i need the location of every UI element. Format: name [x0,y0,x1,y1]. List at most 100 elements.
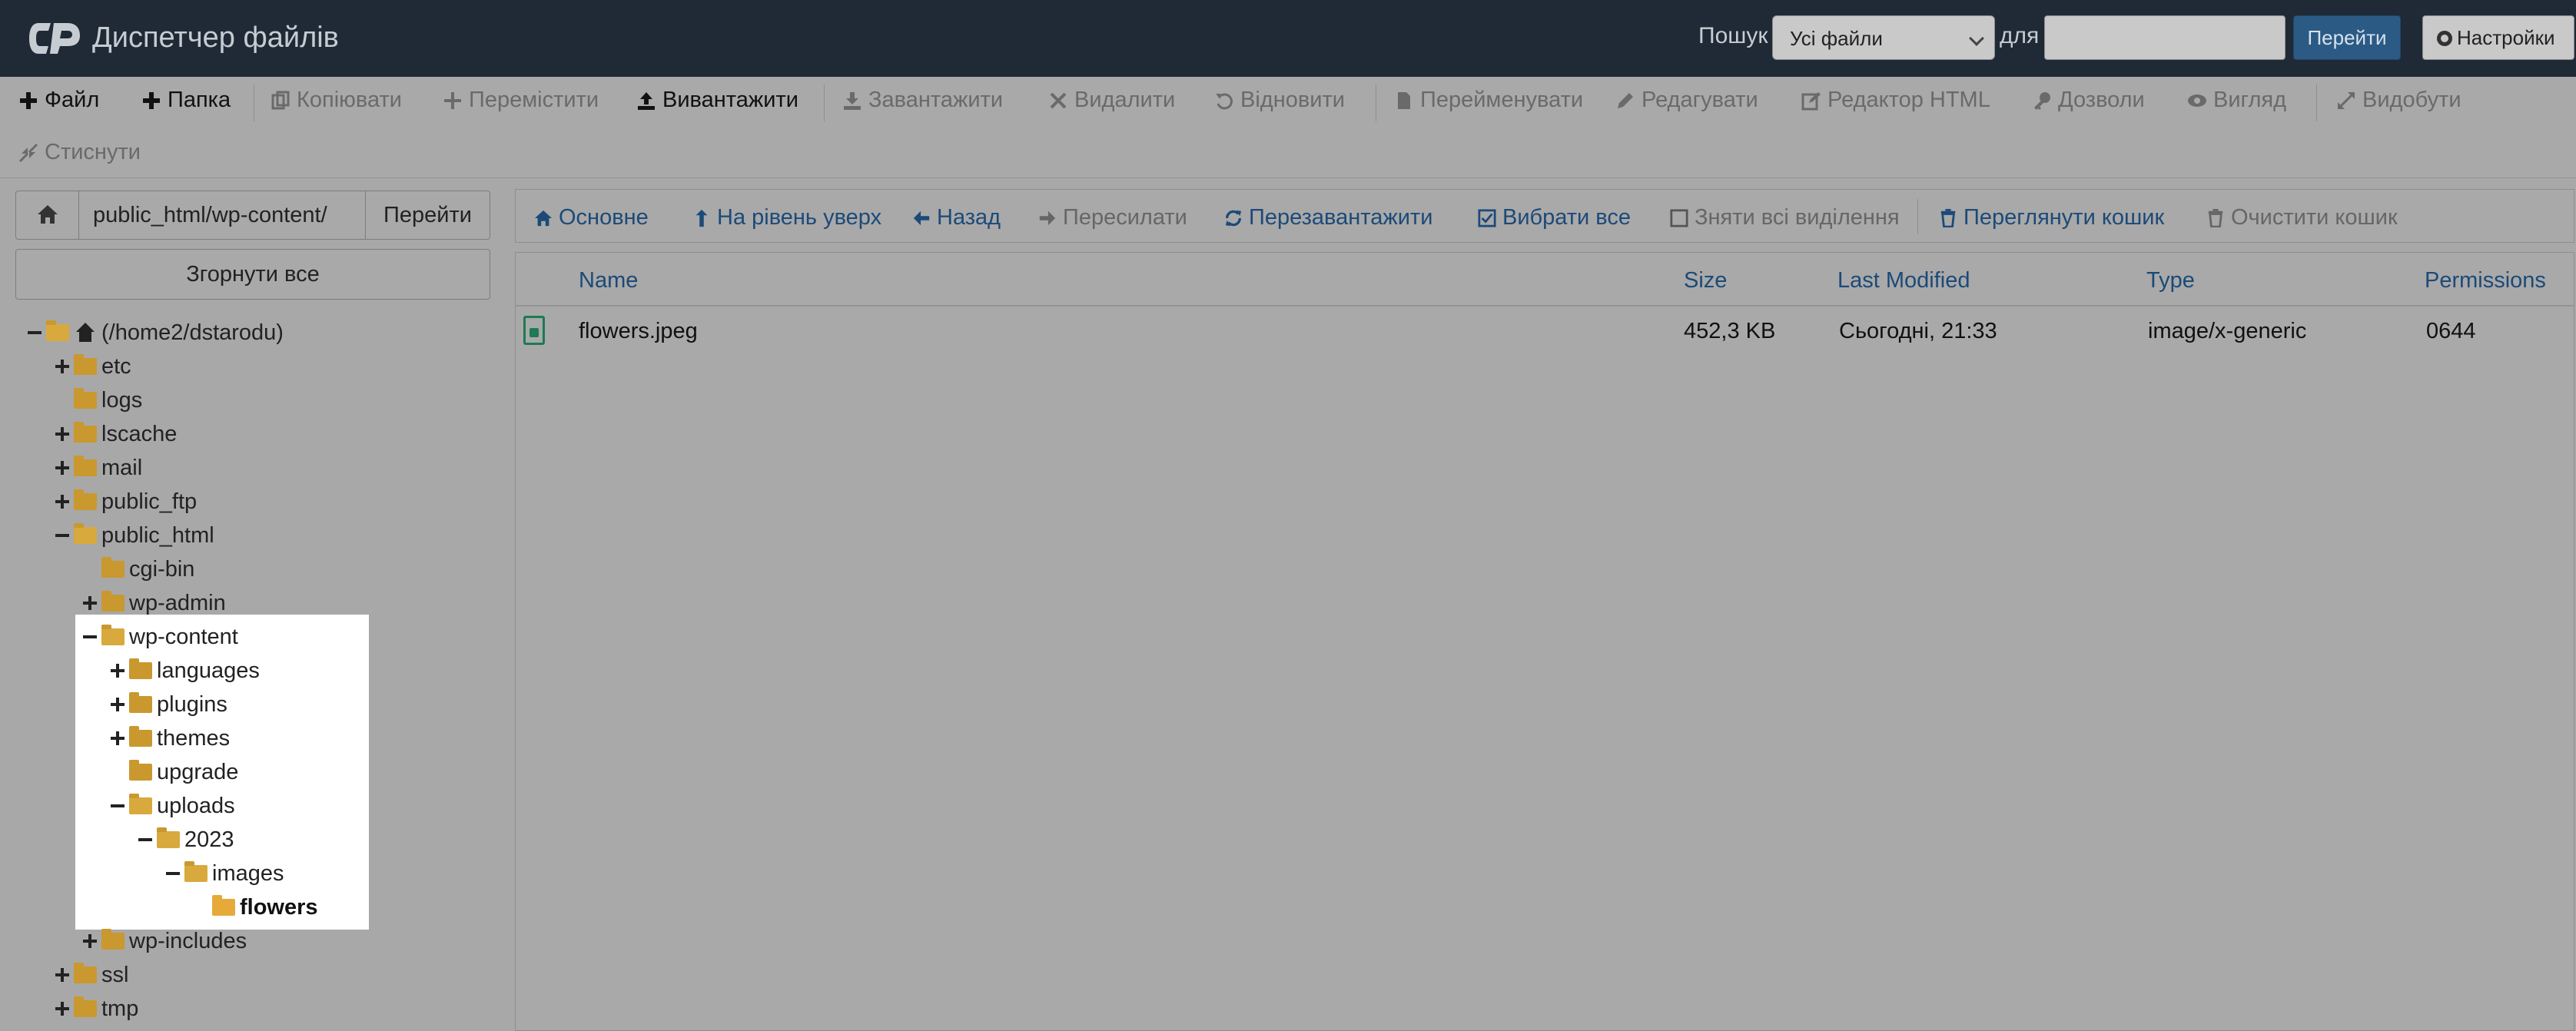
toolbar-rename-button[interactable]: Перейменувати [1394,88,1583,113]
search-scope-select[interactable]: Усі файли [1772,15,1995,60]
edit-icon [1801,91,1821,110]
column-header-last-modified[interactable]: Last Modified [1837,268,1970,293]
search-input[interactable] [2044,15,2286,60]
column-header-size[interactable]: Size [1684,268,1727,293]
tree-item[interactable]: mail [54,453,142,483]
nav-item-label: Назад [937,205,1001,230]
folder-icon [74,388,97,409]
folder-icon [129,726,152,747]
path-home-button[interactable] [16,191,79,239]
tree-item-label: public_html [101,522,214,548]
tree-item[interactable]: upgrade [109,757,238,787]
gear-icon [2437,31,2452,46]
nav-item-label: Очистити кошик [2231,205,2398,230]
tree-item[interactable]: lscache [54,419,177,449]
folder-icon [74,996,97,1017]
toolbar-separator [2316,85,2317,121]
expand-plus-icon[interactable] [54,966,71,983]
tree-item[interactable]: languages [109,655,260,686]
toolbar-item-label: Вигляд [2213,88,2287,112]
tree-item[interactable]: public_html [54,520,214,551]
toolbar-permissions-button[interactable]: Дозволи [2032,88,2145,113]
tree-item[interactable]: etc [54,351,131,382]
tree-item[interactable]: (/home2/dstarodu) [26,317,284,348]
file-size: 452,3 KB [1684,319,1776,343]
nav-deselect-all-button[interactable]: Зняти всі виділення [1670,205,1900,230]
tree-item[interactable]: tmp [54,993,138,1024]
home-icon [534,210,553,226]
toolbar-edit-button[interactable]: Редагувати [1615,88,1758,113]
nav-select-all-button[interactable]: Вибрати все [1478,205,1631,230]
nav-forward-button[interactable]: Пересилати [1038,205,1187,230]
pencil-icon [1618,92,1633,108]
file-permissions: 0644 [2426,319,2476,343]
path-input[interactable]: public_html/wp-content/ [93,203,327,228]
settings-button[interactable]: Настройки [2422,15,2574,60]
toolbar-compress-button[interactable]: Стиснути [18,140,141,165]
nav-back-button[interactable]: Назад [912,205,1001,230]
expand-plus-icon[interactable] [109,662,126,679]
collapse-minus-icon[interactable] [164,865,181,882]
tree-item[interactable]: public_ftp [54,486,197,517]
collapse-minus-icon[interactable] [54,527,71,544]
toolbar-download-button[interactable]: Завантажити [842,88,1003,113]
expand-plus-icon[interactable] [54,358,71,375]
toolbar-extract-button[interactable]: Видобути [2336,88,2461,113]
tree-item[interactable]: cgi-bin [81,554,194,585]
collapse-minus-icon[interactable] [109,797,126,814]
nav-empty-trash-button[interactable]: Очистити кошик [2206,205,2398,230]
nav-reload-button[interactable]: Перезавантажити [1224,205,1432,230]
toolbar-copy-button[interactable]: Копіювати [271,88,402,113]
expand-plus-icon[interactable] [81,933,98,950]
level-up-icon [695,209,708,227]
collapse-minus-icon[interactable] [137,831,154,848]
tree-item[interactable]: flowers [192,892,318,923]
path-go-button[interactable]: Перейти [365,191,490,239]
table-row[interactable]: flowers.jpeg 452,3 KB Сьогодні, 21:33 im… [516,307,2574,356]
arrow-right-icon [1039,211,1056,225]
chevron-down-icon [1969,31,1984,46]
expand-plus-icon[interactable] [54,1000,71,1017]
toolbar-move-button[interactable]: Перемістити [443,88,599,113]
expand-plus-icon[interactable] [54,493,71,510]
toolbar-view-button[interactable]: Вигляд [2187,88,2286,113]
collapse-minus-icon[interactable] [26,324,43,341]
tree-item[interactable]: themes [109,723,230,754]
toolbar-delete-button[interactable]: Видалити [1048,88,1175,113]
column-header-name[interactable]: Name [579,268,638,293]
search-go-button[interactable]: Перейти [2293,15,2401,60]
tree-item[interactable]: wp-admin [81,588,226,618]
toolbar-new-file-button[interactable]: Файл [18,88,99,113]
collapse-all-button[interactable]: Згорнути все [15,249,490,300]
toolbar-upload-button[interactable]: Вивантажити [636,88,798,113]
nav-home-button[interactable]: Основне [534,205,649,230]
nav-view-trash-button[interactable]: Переглянути кошик [1939,205,2164,230]
expand-plus-icon[interactable] [109,696,126,713]
expand-plus-icon[interactable] [81,595,98,612]
tree-item[interactable]: plugins [109,689,227,720]
tree-item[interactable]: wp-content [81,622,238,652]
tree-item[interactable]: 2023 [137,824,234,855]
collapse-minus-icon[interactable] [81,628,98,645]
checkbox-checked-icon [1478,208,1496,227]
toolbar-restore-button[interactable]: Відновити [1214,88,1345,113]
toolbar-item-label: Видобути [2362,88,2461,112]
column-header-permissions[interactable]: Permissions [2425,268,2546,293]
expand-plus-icon[interactable] [54,426,71,443]
tree-item[interactable]: wp-includes [81,926,247,956]
toolbar-new-folder-button[interactable]: Папка [141,88,231,113]
expand-plus-icon[interactable] [109,730,126,747]
toolbar-item-label: Вивантажити [662,88,798,112]
toolbar-html-editor-button[interactable]: Редактор HTML [1801,88,1990,113]
tree-item[interactable]: images [164,858,284,889]
top-header: Диспетчер файлів Пошук Усі файли для Пер… [0,0,2576,77]
tree-item[interactable]: logs [54,385,142,416]
file-name: flowers.jpeg [579,319,698,343]
expand-plus-icon[interactable] [54,459,71,476]
column-header-type[interactable]: Type [2146,268,2195,293]
tree-item-label: mail [101,455,143,480]
nav-up-level-button[interactable]: На рівень уверх [692,205,881,230]
tree-item[interactable]: uploads [109,791,235,821]
table-header-row: Name Size Last Modified Type Permissions [516,253,2574,307]
tree-item[interactable]: ssl [54,960,128,990]
